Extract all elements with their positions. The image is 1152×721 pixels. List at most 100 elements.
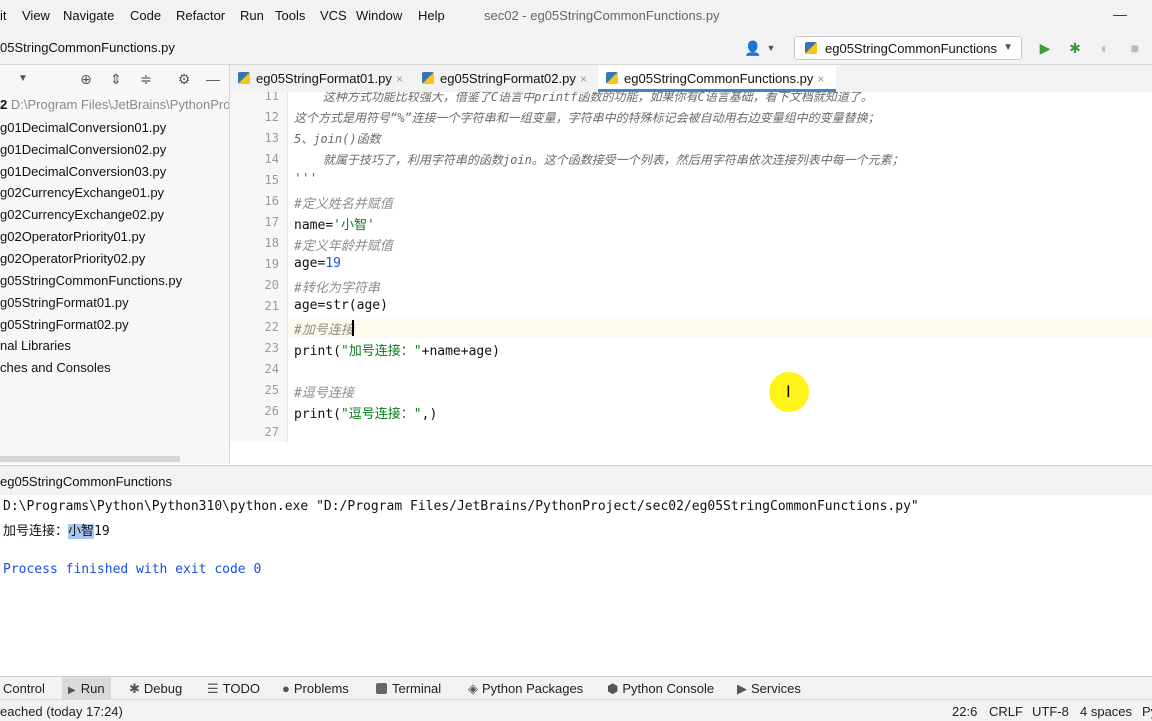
caret-position[interactable]: 22:6 bbox=[952, 704, 977, 719]
tree-file-item[interactable]: g02OperatorPriority02.py bbox=[0, 251, 145, 266]
line-number: 12 bbox=[264, 110, 279, 124]
line-number-gutter: 11 12 13 14 15 16 17 18 19 20 21 22 23 2… bbox=[230, 92, 288, 442]
tree-file-item[interactable]: g01DecimalConversion03.py bbox=[0, 164, 166, 179]
navigation-bar: 05StringCommonFunctions.py 👤 ▼ eg05Strin… bbox=[0, 32, 1152, 65]
close-icon[interactable]: × bbox=[580, 72, 587, 86]
output-rest: 19 bbox=[94, 524, 110, 539]
tree-file-item[interactable]: g01DecimalConversion02.py bbox=[0, 142, 166, 157]
packages-icon: ◈ bbox=[468, 681, 478, 696]
tool-terminal-label: Terminal bbox=[392, 681, 442, 696]
tool-problems-label: Problems bbox=[293, 681, 349, 696]
line-number: 25 bbox=[264, 383, 279, 397]
code-line-22: #加号连接 bbox=[294, 323, 354, 338]
close-icon[interactable]: × bbox=[396, 72, 403, 86]
tool-run[interactable]: ▶ Run bbox=[62, 677, 111, 700]
tool-debug-label: Debug bbox=[143, 681, 183, 696]
tool-python-console[interactable]: ⬢ Python Console bbox=[607, 681, 714, 697]
tab-label: eg05StringFormat02.py bbox=[440, 71, 576, 86]
minimize-icon[interactable]: — bbox=[1112, 6, 1128, 22]
status-bar: eached (today 17:24) 22:6 CRLF UTF-8 4 s… bbox=[0, 699, 1152, 721]
tool-python-packages[interactable]: ◈ Python Packages bbox=[468, 681, 583, 697]
stop-icon[interactable]: ■ bbox=[1126, 39, 1144, 57]
menu-code[interactable]: Code bbox=[130, 8, 161, 23]
terminal-icon bbox=[376, 683, 387, 694]
services-icon: ▶ bbox=[737, 681, 747, 696]
code-line-14: 就属于技巧了，利用字符串的函数join。这个函数接受一个列表，然后用字符串依次连… bbox=[294, 153, 904, 167]
tab-eg05stringformat01[interactable]: eg05StringFormat01.py × bbox=[238, 65, 422, 92]
chevron-down-icon[interactable]: ▼ bbox=[762, 39, 780, 57]
hide-panel-icon[interactable]: — bbox=[204, 70, 222, 88]
text-caret bbox=[352, 320, 354, 336]
indent-setting[interactable]: 4 spaces bbox=[1080, 704, 1132, 719]
code-editor[interactable]: 11 12 13 14 15 16 17 18 19 20 21 22 23 2… bbox=[230, 92, 1152, 442]
run-configuration-selector[interactable]: eg05StringCommonFunctions ▼ bbox=[794, 36, 1022, 60]
tool-problems[interactable]: ● Problems bbox=[282, 681, 349, 696]
menu-navigate[interactable]: Navigate bbox=[63, 8, 114, 23]
menu-tools[interactable]: Tools bbox=[275, 8, 305, 23]
tool-services[interactable]: ▶ Services bbox=[737, 681, 801, 697]
tool-todo[interactable]: ☰ TODO bbox=[207, 681, 260, 697]
tool-python-console-label: Python Console bbox=[622, 681, 715, 696]
run-configuration-label: eg05StringCommonFunctions bbox=[825, 41, 997, 56]
tree-file-item[interactable]: g05StringCommonFunctions.py bbox=[0, 273, 182, 288]
menu-refactor[interactable]: Refactor bbox=[176, 8, 225, 23]
code-token: print( bbox=[294, 344, 341, 359]
debug-icon: ✱ bbox=[129, 681, 140, 696]
tree-external-libraries[interactable]: nal Libraries bbox=[0, 338, 71, 353]
tree-root[interactable]: 2 D:\Program Files\JetBrains\PythonProj bbox=[0, 97, 229, 112]
line-number: 22 bbox=[264, 320, 279, 334]
tree-file-item[interactable]: g02CurrencyExchange01.py bbox=[0, 185, 164, 200]
console-output: 加号连接：小智19 bbox=[3, 520, 110, 539]
run-icon[interactable]: ▶ bbox=[1036, 39, 1054, 57]
horizontal-scrollbar[interactable] bbox=[0, 456, 180, 462]
tool-terminal[interactable]: Terminal bbox=[376, 681, 441, 696]
breadcrumb[interactable]: 05StringCommonFunctions.py bbox=[0, 40, 175, 55]
python-file-icon bbox=[238, 72, 250, 84]
tab-eg05stringcommonfunctions[interactable]: eg05StringCommonFunctions.py × bbox=[598, 65, 836, 92]
tree-file-item[interactable]: g02CurrencyExchange02.py bbox=[0, 207, 164, 222]
project-tool-window: ▼ ⊕ ⇕ ≑ ⚙ — 2 D:\Program Files\JetBrains… bbox=[0, 65, 230, 464]
line-number: 11 bbox=[264, 92, 279, 103]
menu-run[interactable]: Run bbox=[240, 8, 264, 23]
close-icon[interactable]: × bbox=[817, 72, 824, 86]
line-number: 15 bbox=[264, 173, 279, 187]
debug-icon[interactable]: ✱ bbox=[1066, 39, 1084, 57]
line-number: 23 bbox=[264, 341, 279, 355]
tree-scratches-and-consoles[interactable]: ches and Consoles bbox=[0, 360, 111, 375]
tab-eg05stringformat02[interactable]: eg05StringFormat02.py × bbox=[422, 65, 598, 92]
code-line-16: #定义姓名并赋值 bbox=[294, 197, 393, 212]
dropdown-arrow-icon[interactable]: ▼ bbox=[14, 70, 32, 88]
code-number: 19 bbox=[325, 256, 341, 271]
collapse-all-icon[interactable]: ≑ bbox=[137, 70, 155, 88]
locate-file-icon[interactable]: ⊕ bbox=[77, 70, 95, 88]
tool-debug[interactable]: ✱ Debug bbox=[129, 681, 182, 697]
run-tab-title[interactable]: eg05StringCommonFunctions bbox=[0, 474, 172, 489]
line-separator[interactable]: CRLF bbox=[989, 704, 1023, 719]
expand-all-icon[interactable]: ⇕ bbox=[107, 70, 125, 88]
code-line-25: #逗号连接 bbox=[294, 386, 354, 401]
tool-control[interactable]: Control bbox=[3, 681, 45, 696]
menu-view[interactable]: View bbox=[22, 8, 50, 23]
coverage-icon[interactable]: ◐ bbox=[1096, 39, 1114, 57]
line-number: 14 bbox=[264, 152, 279, 166]
run-console[interactable]: D:\Programs\Python\Python310\python.exe … bbox=[0, 495, 1152, 675]
tree-file-item[interactable]: g05StringFormat02.py bbox=[0, 317, 129, 332]
line-number: 27 bbox=[264, 425, 279, 439]
tree-file-item[interactable]: g05StringFormat01.py bbox=[0, 295, 129, 310]
output-selection: 小智 bbox=[68, 524, 95, 539]
file-encoding[interactable]: UTF-8 bbox=[1032, 704, 1069, 719]
python-interpreter[interactable]: Py bbox=[1142, 704, 1152, 719]
menu-vcs[interactable]: VCS bbox=[320, 8, 347, 23]
tool-todo-label: TODO bbox=[222, 681, 260, 696]
menu-edit[interactable]: it bbox=[0, 8, 7, 23]
gear-icon[interactable]: ⚙ bbox=[175, 70, 193, 88]
user-icon[interactable]: 👤 bbox=[744, 39, 762, 57]
line-number: 18 bbox=[264, 236, 279, 250]
tree-file-item[interactable]: g02OperatorPriority01.py bbox=[0, 229, 145, 244]
status-message: eached (today 17:24) bbox=[0, 704, 123, 719]
console-exit-message: Process finished with exit code 0 bbox=[3, 562, 262, 577]
problems-icon: ● bbox=[282, 681, 290, 696]
tree-file-item[interactable]: g01DecimalConversion01.py bbox=[0, 120, 166, 135]
menu-window[interactable]: Window bbox=[356, 8, 402, 23]
menu-help[interactable]: Help bbox=[418, 8, 445, 23]
